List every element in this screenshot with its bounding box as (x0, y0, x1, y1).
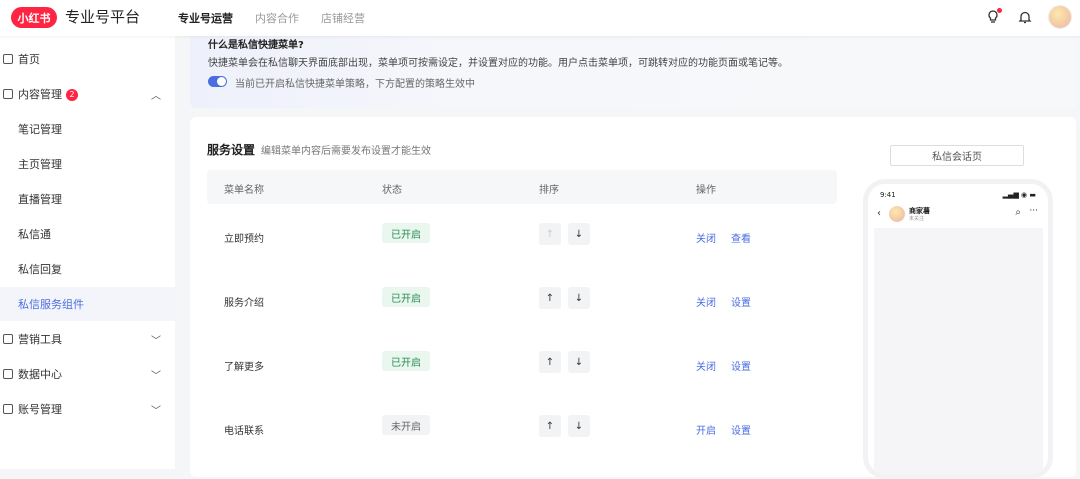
notice-description: 快捷菜单会在私信聊天界面底部出现，菜单项可按需设定，并设置对应的功能。用户点击菜… (208, 58, 788, 69)
toggle-action-link[interactable]: 开启 (696, 422, 716, 437)
table-header: 菜单名称 状态 排序 操作 (207, 170, 837, 204)
toggle-status-text: 当前已开启私信快捷菜单策略，下方配置的策略生效中 (235, 79, 475, 90)
notice-title: 什么是私信快捷菜单? (208, 40, 304, 51)
sidebar-item-content-management[interactable]: 内容管理 2 ︿ (0, 77, 175, 111)
service-settings-panel: 服务设置 编辑菜单内容后需要发布设置才能生效 菜单名称 状态 排序 操作 立即预… (190, 117, 1076, 479)
sidebar-item-notes[interactable]: 笔记管理 (0, 112, 175, 146)
sidebar-item-dm-pass[interactable]: 私信通 (0, 217, 175, 251)
phone-preview: 9:41 ▂▄▆ ◉ ▬ ‹ 商家薯 未关注 ⌕ ··· (863, 179, 1053, 479)
column-header: 状态 (382, 185, 402, 196)
move-up-button[interactable]: ↑ (539, 415, 561, 437)
status-badge: 未开启 (382, 415, 430, 435)
sidebar-item-label: 主页管理 (18, 158, 62, 171)
notice-card: 什么是私信快捷菜单? 快捷菜单会在私信聊天界面底部出现，菜单项可按需设定，并设置… (190, 36, 1076, 108)
merchant-subtitle: 未关注 (909, 216, 925, 222)
sidebar-item-label: 账号管理 (18, 403, 62, 416)
panel-title: 服务设置 (207, 143, 256, 157)
grid-icon (3, 54, 13, 64)
sidebar-item-homepage[interactable]: 主页管理 (0, 147, 175, 181)
table-row: 服务介绍 已开启 ↑ ↓ 关闭 设置 (207, 268, 837, 332)
sidebar: 首页 内容管理 2 ︿ 笔记管理 主页管理 直播管理 私信通 私信回复 私信服务组… (0, 36, 175, 469)
settings-icon (3, 404, 13, 414)
status-badge: 已开启 (382, 287, 430, 307)
nav-store-operation[interactable]: 店铺经营 (321, 10, 365, 26)
bell-icon[interactable] (1016, 8, 1034, 26)
sidebar-item-label: 笔记管理 (18, 123, 62, 136)
calendar-icon (3, 334, 13, 344)
sidebar-item-live[interactable]: 直播管理 (0, 182, 175, 216)
table-row: 立即预约 已开启 ↑ ↓ 关闭 查看 (207, 204, 837, 268)
status-badge: 已开启 (382, 351, 430, 371)
toggle-action-link[interactable]: 关闭 (696, 294, 716, 309)
more-icon: ··· (1029, 206, 1038, 216)
settings-action-link[interactable]: 设置 (731, 358, 751, 373)
toggle-action-link[interactable]: 关闭 (696, 230, 716, 245)
settings-action-link[interactable]: 设置 (731, 422, 751, 437)
sidebar-item-account[interactable]: 账号管理 ﹀ (0, 392, 175, 426)
move-up-button[interactable]: ↑ (539, 351, 561, 373)
column-header: 操作 (696, 185, 716, 196)
chart-icon (3, 369, 13, 379)
status-badge: 已开启 (382, 223, 430, 243)
panel-subtitle: 编辑菜单内容后需要发布设置才能生效 (261, 146, 431, 157)
main-content: 什么是私信快捷菜单? 快捷菜单会在私信聊天界面底部出现，菜单项可按需设定，并设置… (175, 36, 1080, 479)
sidebar-item-label: 内容管理 2 (18, 86, 78, 102)
menu-name: 了解更多 (224, 362, 264, 373)
chat-header: ‹ 商家薯 未关注 ⌕ ··· (874, 204, 1044, 226)
move-down-button[interactable]: ↓ (568, 351, 590, 373)
sidebar-item-label: 私信服务组件 (18, 298, 84, 311)
sidebar-item-marketing[interactable]: 营销工具 ﹀ (0, 322, 175, 356)
platform-name: 专业号平台 (65, 8, 141, 26)
sidebar-item-label: 直播管理 (18, 193, 62, 206)
menu-name: 服务介绍 (224, 298, 264, 309)
nav-pro-operation[interactable]: 专业号运营 (178, 10, 233, 26)
back-icon: ‹ (877, 208, 881, 219)
column-header: 排序 (539, 185, 559, 196)
menu-name: 电话联系 (224, 426, 264, 437)
menu-name: 立即预约 (224, 234, 264, 245)
sidebar-item-home[interactable]: 首页 (0, 42, 175, 76)
nav-content-cooperation[interactable]: 内容合作 (255, 10, 299, 26)
view-action-link[interactable]: 查看 (731, 230, 751, 245)
top-nav: 专业号运营 内容合作 店铺经营 (178, 10, 365, 26)
sidebar-item-label: 营销工具 (18, 333, 62, 346)
settings-action-link[interactable]: 设置 (731, 294, 751, 309)
move-down-button[interactable]: ↓ (568, 223, 590, 245)
sidebar-item-label: 首页 (18, 53, 40, 66)
sidebar-item-dm-reply[interactable]: 私信回复 (0, 252, 175, 286)
sidebar-item-label: 数据中心 (18, 368, 62, 381)
move-up-button[interactable]: ↑ (539, 223, 561, 245)
toggle-action-link[interactable]: 关闭 (696, 358, 716, 373)
sidebar-item-data[interactable]: 数据中心 ﹀ (0, 357, 175, 391)
search-icon: ⌕ (1015, 207, 1021, 218)
chevron-down-icon: ﹀ (151, 335, 161, 347)
sidebar-item-dm-service[interactable]: 私信服务组件 (0, 287, 175, 321)
logo[interactable]: 小红书 (11, 7, 57, 28)
quick-menu-toggle[interactable] (208, 76, 227, 87)
top-icons (984, 5, 1072, 29)
sidebar-item-label: 私信回复 (18, 263, 62, 276)
lightbulb-icon[interactable] (984, 8, 1002, 26)
document-icon (3, 89, 13, 99)
column-header: 菜单名称 (224, 185, 264, 196)
notification-dot (997, 8, 1002, 13)
count-badge: 2 (66, 89, 78, 101)
top-bar: 小红书 专业号平台 专业号运营 内容合作 店铺经营 (0, 0, 1080, 36)
move-down-button[interactable]: ↓ (568, 287, 590, 309)
avatar[interactable] (1048, 5, 1072, 29)
table-row: 电话联系 未开启 ↑ ↓ 开启 设置 (207, 396, 837, 460)
chat-body (874, 228, 1043, 474)
table-row: 了解更多 已开启 ↑ ↓ 关闭 设置 (207, 332, 837, 396)
phone-time: 9:41 (880, 191, 896, 199)
preview-label: 私信会话页 (890, 145, 1024, 166)
chevron-down-icon: ﹀ (151, 370, 161, 382)
chevron-up-icon: ︿ (151, 90, 161, 102)
sidebar-item-label: 私信通 (18, 228, 51, 241)
signal-wifi-battery-icon: ▂▄▆ ◉ ▬ (1002, 191, 1036, 199)
move-up-button[interactable]: ↑ (539, 287, 561, 309)
merchant-avatar (889, 206, 905, 222)
chevron-down-icon: ﹀ (151, 405, 161, 417)
move-down-button[interactable]: ↓ (568, 415, 590, 437)
